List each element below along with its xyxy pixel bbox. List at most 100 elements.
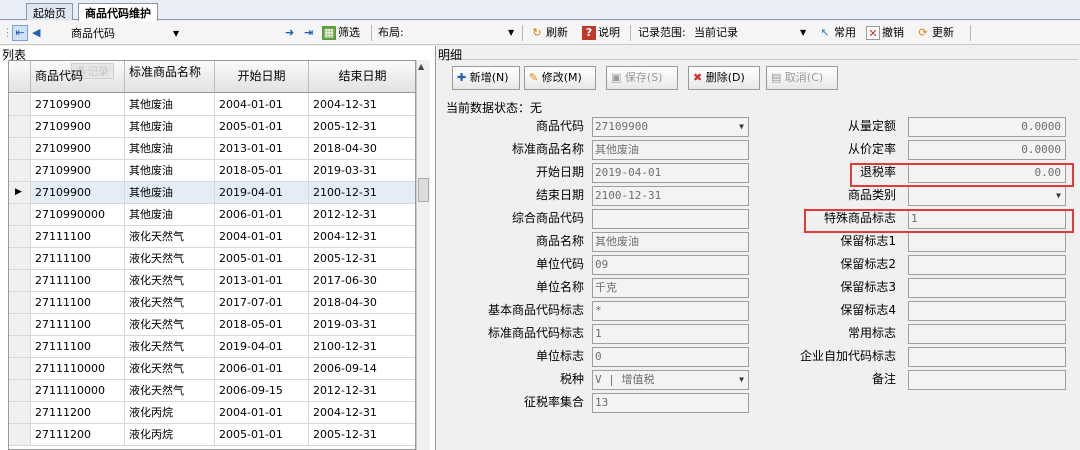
row-header[interactable] (9, 270, 31, 291)
field-value[interactable]: 其他废油 (592, 140, 749, 160)
prev-record-icon[interactable]: ◀ (32, 24, 40, 42)
add-button[interactable]: ✚ 新增(N) (452, 66, 520, 90)
table-row[interactable]: 2711110000 液化天然气 2006-09-15 2012-12-31 (9, 380, 415, 402)
edit-button[interactable]: ✎ 修改(M) (524, 66, 596, 90)
field-value[interactable]: 0.0000 (908, 117, 1066, 137)
table-cell: 27109900 (31, 138, 125, 159)
table-row[interactable]: 27109900 其他废油 2013-01-01 2018-04-30 (9, 138, 415, 160)
chevron-down-icon[interactable]: ▼ (739, 371, 744, 389)
field-value[interactable] (908, 370, 1066, 390)
table-cell: 2018-05-01 (215, 160, 309, 181)
table-row[interactable]: ▶ 27109900 其他废油 2019-04-01 2100-12-31 (9, 182, 415, 204)
row-header[interactable] (9, 116, 31, 137)
col-header-name[interactable]: 标准商品名称 (125, 61, 215, 93)
col-header-start[interactable]: 开始日期 (215, 61, 309, 93)
refresh-button[interactable]: ↻ 刷新 (530, 24, 568, 42)
table-cell: 液化天然气 (125, 336, 215, 357)
chevron-down-icon[interactable]: ▼ (1056, 187, 1061, 205)
update-button[interactable]: ⟳ 更新 (916, 24, 954, 42)
table-cell: 2006-01-01 (215, 358, 309, 379)
row-header[interactable] (9, 204, 31, 225)
row-header[interactable] (9, 424, 31, 445)
field-value[interactable] (908, 324, 1066, 344)
field-value[interactable]: V | 增值税 ▼ (592, 370, 749, 390)
field-value[interactable] (908, 301, 1066, 321)
row-header[interactable] (9, 402, 31, 423)
field-value[interactable]: 13 (592, 393, 749, 413)
field-select[interactable]: 商品代码 ▼ (54, 24, 179, 42)
scroll-up-icon[interactable]: ▲ (418, 62, 424, 71)
table-cell: 2004-01-01 (215, 94, 309, 115)
row-header[interactable] (9, 248, 31, 269)
table-row[interactable]: 27109900 其他废油 2018-05-01 2019-03-31 (9, 160, 415, 182)
field-value[interactable] (908, 278, 1066, 298)
field-value[interactable]: 千克 (592, 278, 749, 298)
row-header[interactable] (9, 160, 31, 181)
first-record-icon[interactable]: ⇤ (12, 25, 28, 41)
field-value[interactable] (908, 255, 1066, 275)
cancel-button[interactable]: ▤ 取消(C) (766, 66, 838, 90)
field-label: 从量定额 (847, 119, 896, 133)
field-value[interactable]: 0 (592, 347, 749, 367)
table-row[interactable]: 27111100 液化天然气 2018-05-01 2019-03-31 (9, 314, 415, 336)
row-header[interactable] (9, 314, 31, 335)
table-cell: 2004-12-31 (309, 94, 415, 115)
col-header-code[interactable]: 条记录 商品代码 (31, 61, 125, 93)
filter-icon: ▦ (322, 26, 336, 40)
field-value[interactable]: 27109900 ▼ (592, 117, 749, 137)
table-row[interactable]: 2710990000 其他废油 2006-01-01 2012-12-31 (9, 204, 415, 226)
layout-dropdown-icon[interactable]: ▼ (508, 24, 514, 42)
tab-start-page[interactable]: 起始页 (26, 3, 73, 20)
field-label: 单位名称 (535, 280, 584, 294)
go-arrow-icon[interactable]: ➜ (285, 24, 294, 42)
table-row[interactable]: 27111100 液化天然气 2004-01-01 2004-12-31 (9, 226, 415, 248)
filter-button[interactable]: ▦ 筛选 (322, 24, 360, 42)
field-value[interactable]: 2100-12-31 (592, 186, 749, 206)
next-arrow-icon[interactable]: ⇥ (304, 24, 313, 42)
help-button[interactable]: ? 说明 (582, 24, 620, 42)
field-value[interactable]: 1 (592, 324, 749, 344)
field-value[interactable]: 0.0000 (908, 140, 1066, 160)
product-grid[interactable]: 条记录 商品代码 标准商品名称 开始日期 结束日期 27109900 其他废油 20… (8, 60, 416, 450)
table-row[interactable]: 27111100 液化天然气 2017-07-01 2018-04-30 (9, 292, 415, 314)
tab-product-code[interactable]: 商品代码维护 (78, 3, 158, 21)
table-cell: 2004-12-31 (309, 402, 415, 423)
field-value[interactable] (908, 347, 1066, 367)
scroll-thumb[interactable] (418, 178, 429, 202)
table-cell: 2004-01-01 (215, 402, 309, 423)
table-row[interactable]: 27111100 液化天然气 2013-01-01 2017-06-30 (9, 270, 415, 292)
table-row[interactable]: 27111100 液化天然气 2019-04-01 2100-12-31 (9, 336, 415, 358)
col-header-end[interactable]: 结束日期 (309, 61, 415, 93)
table-row[interactable]: 27109900 其他废油 2004-01-01 2004-12-31 (9, 94, 415, 116)
chevron-down-icon[interactable]: ▼ (739, 118, 744, 136)
row-header[interactable] (9, 138, 31, 159)
row-header[interactable] (9, 94, 31, 115)
table-cell: 27109900 (31, 182, 125, 203)
table-row[interactable]: 27111100 液化天然气 2005-01-01 2005-12-31 (9, 248, 415, 270)
field-value[interactable]: 2019-04-01 (592, 163, 749, 183)
field-label: 标准商品名称 (511, 142, 584, 156)
table-row[interactable]: 2711110000 液化天然气 2006-01-01 2006-09-14 (9, 358, 415, 380)
table-row[interactable]: 27111200 液化丙烷 2004-01-01 2004-12-31 (9, 402, 415, 424)
row-header[interactable] (9, 380, 31, 401)
common-button[interactable]: ↖ 常用 (818, 24, 856, 42)
range-select[interactable]: 当前记录 ▼ (694, 24, 812, 42)
field-value[interactable] (908, 232, 1066, 252)
row-header[interactable]: ▶ (9, 182, 31, 203)
save-button[interactable]: ▣ 保存(S) (606, 66, 678, 90)
field-value[interactable]: ▼ (908, 186, 1066, 206)
field-value[interactable] (592, 209, 749, 229)
layout-label: 布局: (378, 26, 404, 39)
grid-scrollbar[interactable]: ▲ (416, 60, 430, 450)
row-header[interactable] (9, 358, 31, 379)
field-value[interactable]: 09 (592, 255, 749, 275)
row-header[interactable] (9, 336, 31, 357)
field-value[interactable]: 其他废油 (592, 232, 749, 252)
delete-button[interactable]: ✖ 删除(D) (688, 66, 760, 90)
table-row[interactable]: 27109900 其他废油 2005-01-01 2005-12-31 (9, 116, 415, 138)
undo-button[interactable]: ✕ 撤销 (866, 24, 904, 42)
row-header[interactable] (9, 226, 31, 247)
field-value[interactable]: * (592, 301, 749, 321)
table-row[interactable]: 27111200 液化丙烷 2005-01-01 2005-12-31 (9, 424, 415, 446)
row-header[interactable] (9, 292, 31, 313)
